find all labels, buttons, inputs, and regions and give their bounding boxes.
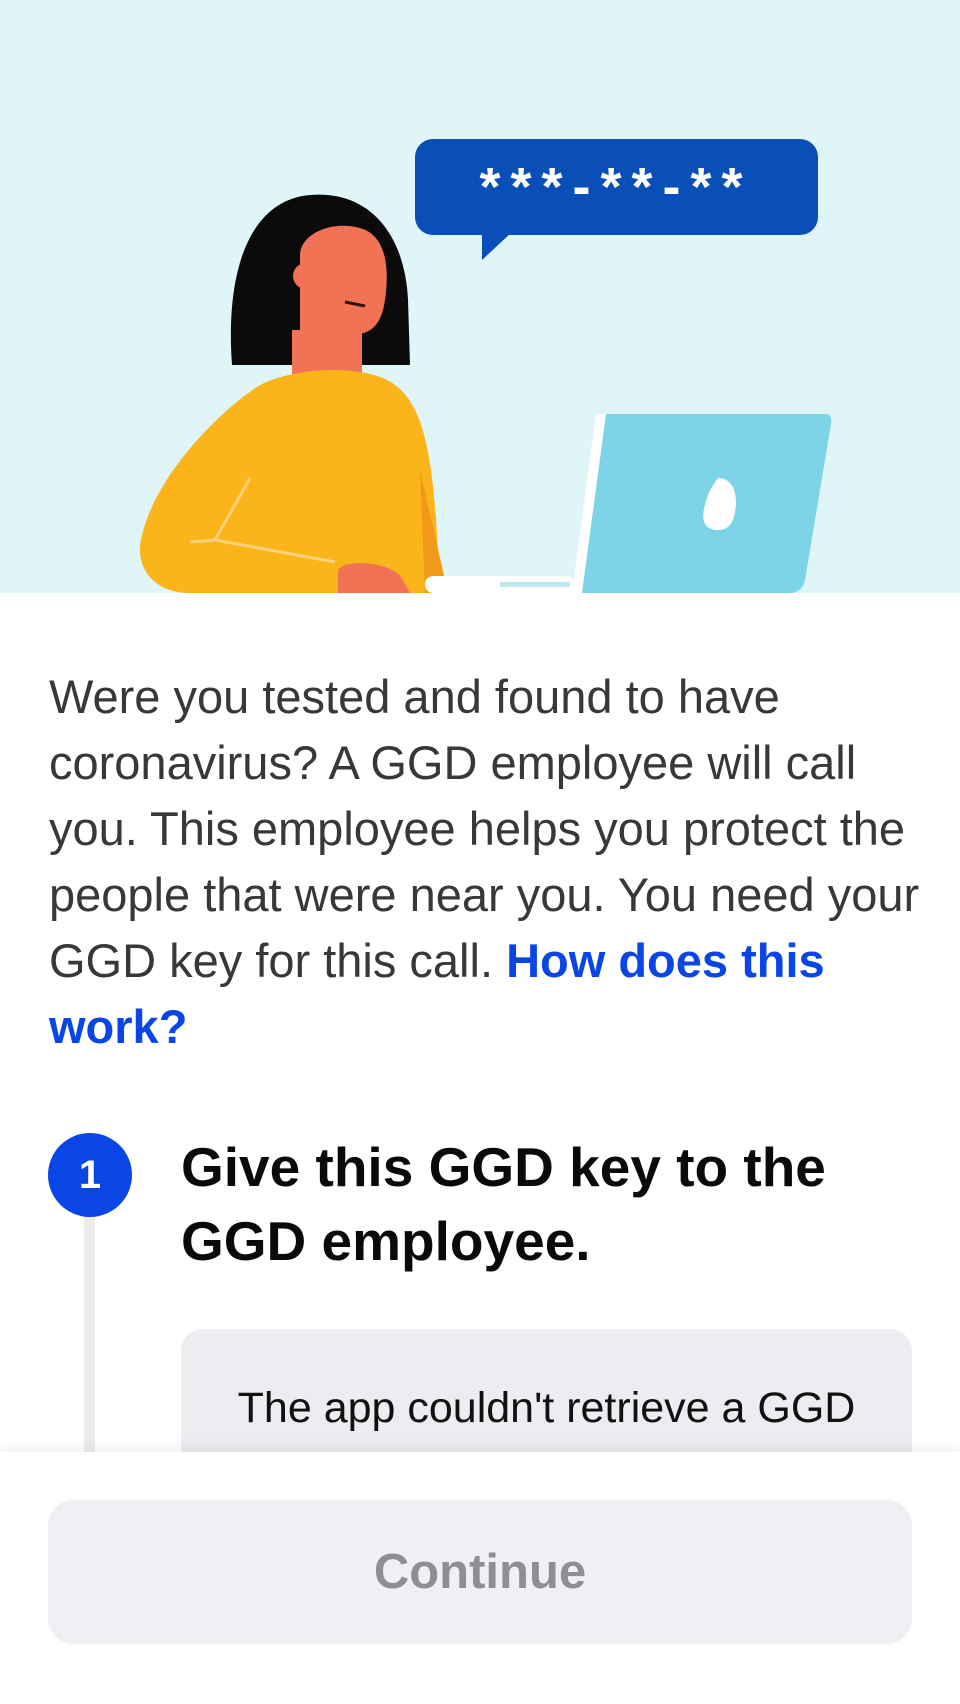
laptop [425,414,832,593]
continue-button[interactable]: Continue [48,1500,912,1644]
bottom-action-bar: Continue [0,1452,960,1704]
intro-text: Were you tested and found to have corona… [49,664,929,1060]
speech-bubble-text: ***-**-** [479,157,752,217]
step-number-badge: 1 [48,1133,132,1217]
step-title: Give this GGD key to the GGD employee. [181,1136,826,1272]
hero-illustration: ***-**-** [0,0,960,593]
person-figure [139,194,448,593]
person-on-laptop-illustration: ***-**-** [139,139,832,593]
speech-bubble: ***-**-** [415,139,818,260]
step-timeline [84,1210,95,1460]
